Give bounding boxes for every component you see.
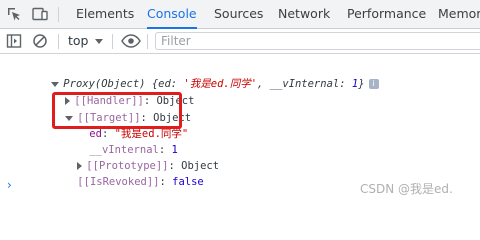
colon: : [159, 176, 173, 188]
watermark: CSDN @我是ed. [360, 182, 453, 196]
console-output: Proxy(Object) {ed: '我是ed.同学', __vInterna… [0, 54, 480, 200]
proxy-object-row[interactable]: Proxy(Object) {ed: '我是ed.同学', __vInterna… [26, 60, 379, 90]
tab-console[interactable]: Console [147, 0, 197, 29]
eye-icon[interactable] [121, 33, 141, 49]
inspect-element-icon[interactable] [6, 6, 22, 22]
prototype-row[interactable]: [[Prototype]]: Object [52, 142, 219, 172]
device-toolbar-icon[interactable] [32, 6, 48, 22]
sidebar-toggle-icon[interactable] [6, 33, 22, 49]
proxy-summary-string: '我是ed.同学' [183, 78, 258, 90]
chevron-down-icon[interactable] [95, 39, 103, 44]
console-toolbar: top [0, 29, 480, 54]
tab-memory[interactable]: Memory [438, 0, 480, 28]
tab-performance[interactable]: Performance [347, 0, 426, 28]
clear-console-icon[interactable] [32, 33, 48, 49]
isrevoked-row[interactable]: [[IsRevoked]]: false [52, 158, 203, 188]
tab-sources[interactable]: Sources [214, 0, 263, 28]
highlight-annotation-box [52, 92, 182, 129]
proxy-summary-mid: , __vInternal: [257, 78, 352, 90]
tab-elements[interactable]: Elements [76, 0, 134, 28]
isrevoked-key: [[IsRevoked]] [77, 176, 160, 188]
isrevoked-value: false [172, 176, 204, 188]
toolbar-divider [147, 34, 148, 49]
console-prompt-icon[interactable]: › [7, 178, 12, 192]
filter-input[interactable] [155, 32, 480, 50]
devtools-tabbar: Elements Console Sources Network Perform… [0, 0, 480, 29]
info-icon[interactable]: i [368, 79, 379, 89]
toolbar-divider [58, 34, 59, 49]
toolbar-divider [58, 7, 59, 22]
tab-network[interactable]: Network [278, 0, 330, 28]
context-selector[interactable]: top [68, 33, 88, 48]
toolbar-divider [112, 34, 113, 49]
handler-row[interactable]: [[Handler]]: Object [40, 77, 194, 107]
proxy-summary-close: } [358, 78, 365, 90]
